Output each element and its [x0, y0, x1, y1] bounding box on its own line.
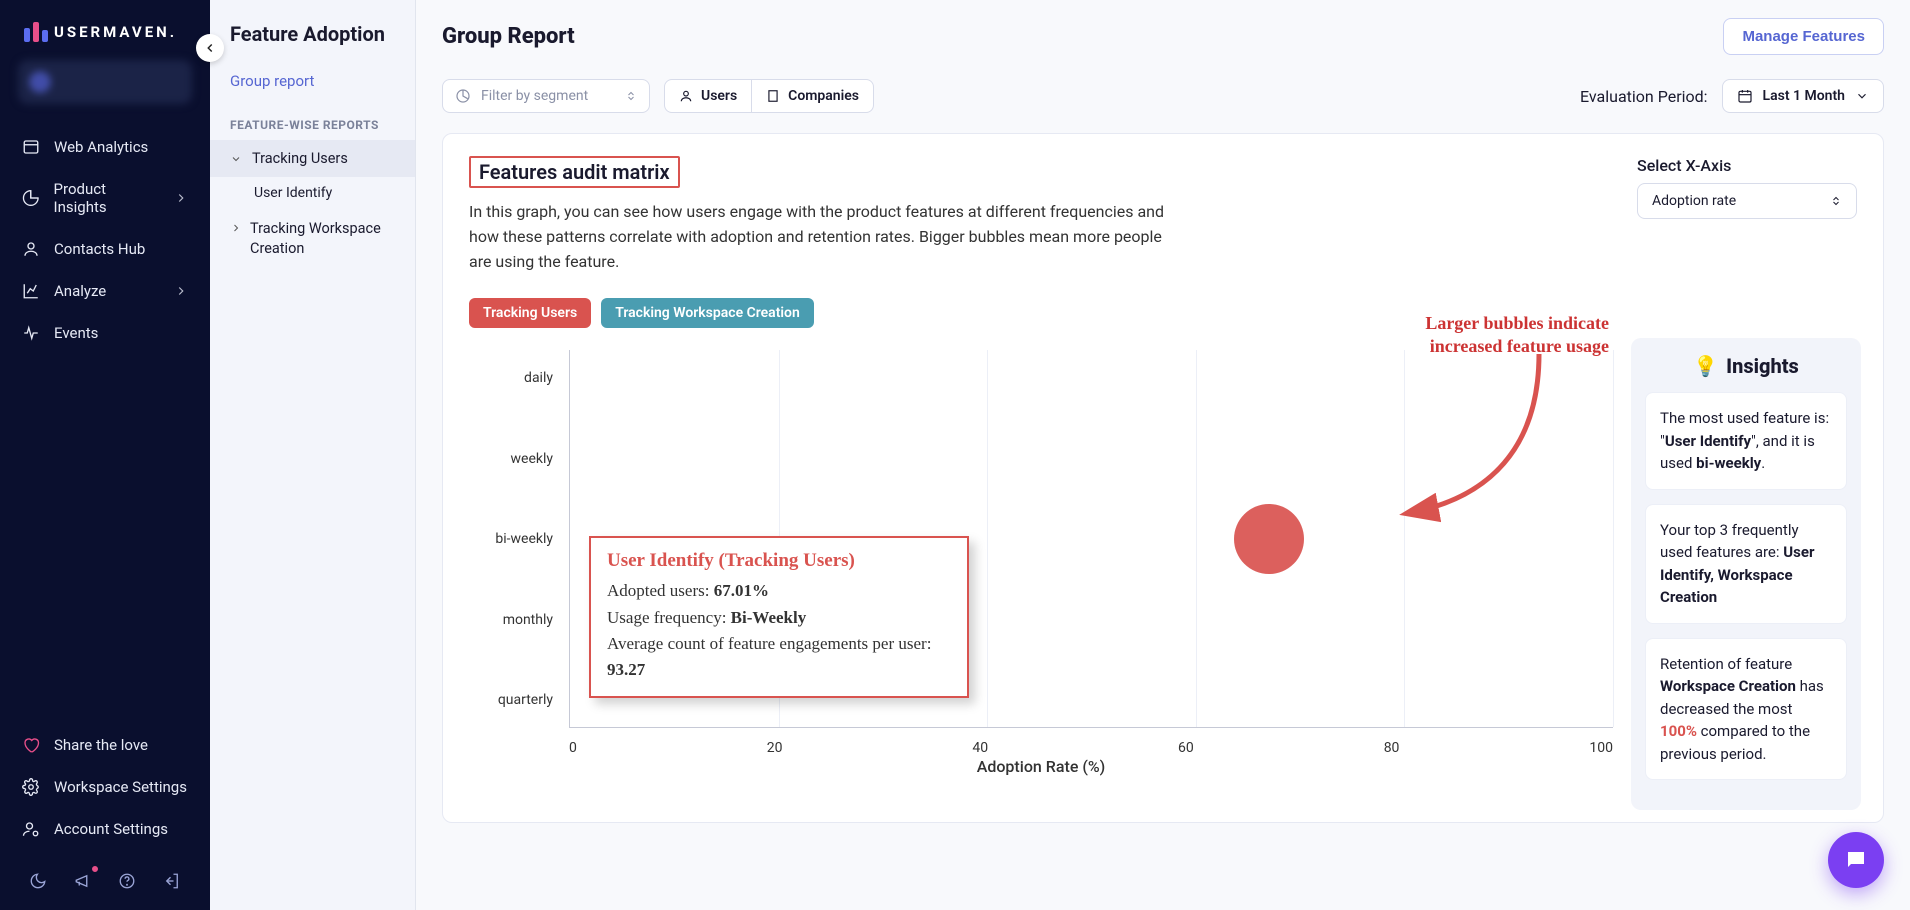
announcements[interactable] [74, 872, 92, 890]
chevron-right-icon [174, 284, 188, 298]
manage-features-button[interactable]: Manage Features [1723, 18, 1884, 55]
chat-icon [1844, 848, 1868, 872]
sub-sidebar-title: Feature Adoption [210, 0, 415, 62]
nav-share-love[interactable]: Share the love [0, 724, 210, 766]
user-icon [679, 89, 693, 103]
main-content: Group Report Manage Features Filter by s… [416, 0, 1910, 910]
tree-child-user-identify[interactable]: User Identify [210, 177, 415, 209]
x-axis-label: Adoption Rate (%) [977, 757, 1106, 776]
segment-placeholder: Filter by segment [481, 88, 588, 104]
calendar-icon [1737, 88, 1753, 104]
nav-label: Analyze [54, 282, 106, 300]
sidebar-footer [0, 858, 210, 910]
entity-toggle: Users Companies [664, 79, 874, 113]
help-icon [118, 872, 136, 890]
legend-tracking-users[interactable]: Tracking Users [469, 298, 591, 328]
legend-workspace-creation[interactable]: Tracking Workspace Creation [601, 298, 814, 328]
page-title: Group Report [442, 24, 575, 49]
xaxis-select-label: Select X-Axis [1637, 156, 1857, 175]
bubble-size-annotation: Larger bubbles indicateincreased feature… [1425, 312, 1609, 357]
tree-label: Tracking Workspace Creation [250, 219, 399, 260]
x-axis-ticks: 020406080100 [569, 740, 1613, 756]
xaxis-dropdown[interactable]: Adoption rate [1637, 183, 1857, 219]
nav-label: Product Insights [54, 180, 160, 216]
account-switcher[interactable] [18, 60, 192, 104]
nav-label: Account Settings [54, 820, 168, 838]
matrix-description: In this graph, you can see how users eng… [469, 200, 1169, 274]
nav-label: Share the love [54, 736, 148, 754]
nav-label: Workspace Settings [54, 778, 187, 796]
user-settings-icon [22, 820, 40, 838]
nav-label: Events [54, 324, 98, 342]
logo-mark-icon [24, 22, 48, 42]
chevron-right-icon [230, 222, 242, 234]
insights-panel: 💡 Insights The most used feature is: "Us… [1631, 338, 1861, 810]
logout[interactable] [163, 872, 181, 890]
group-report-link[interactable]: Group report [210, 62, 415, 100]
gear-icon [22, 778, 40, 796]
toggle-label: Companies [788, 88, 859, 104]
xaxis-value: Adoption rate [1652, 193, 1736, 209]
pie-icon [22, 189, 40, 207]
insight-card: Retention of feature Workspace Creation … [1645, 638, 1847, 781]
insight-card: Your top 3 frequently used features are:… [1645, 504, 1847, 624]
period-value: Last 1 Month [1763, 88, 1845, 104]
tree-tracking-users[interactable]: Tracking Users [210, 140, 415, 177]
tooltip-title: User Identify (Tracking Users) [607, 550, 951, 572]
chevron-down-icon [1855, 89, 1869, 103]
brand-text: USERMAVEN. [54, 23, 177, 41]
chevron-right-icon [174, 191, 188, 205]
matrix-title: Features audit matrix [469, 156, 680, 188]
help[interactable] [118, 872, 136, 890]
nav-web-analytics[interactable]: Web Analytics [0, 126, 210, 168]
bubble-chart: dailyweeklybi-weeklymonthlyquarterly 020… [469, 338, 1613, 768]
insight-card: The most used feature is: "User Identify… [1645, 392, 1847, 490]
bubble-point[interactable] [1234, 504, 1304, 574]
sub-sidebar-section: FEATURE-WISE REPORTS [210, 100, 415, 140]
sort-icon [625, 89, 637, 103]
chat-widget-button[interactable] [1828, 832, 1884, 888]
nav-product-insights[interactable]: Product Insights [0, 168, 210, 228]
logo: USERMAVEN. [0, 0, 210, 60]
nav-contacts-hub[interactable]: Contacts Hub [0, 228, 210, 270]
evaluation-period-label: Evaluation Period: [1580, 87, 1708, 106]
logout-icon [163, 872, 181, 890]
segment-filter[interactable]: Filter by segment [442, 79, 650, 113]
browser-icon [22, 138, 40, 156]
pulse-icon [22, 324, 40, 342]
megaphone-icon [74, 872, 92, 890]
toggle-label: Users [701, 88, 737, 104]
nav-analyze[interactable]: Analyze [0, 270, 210, 312]
nav-label: Contacts Hub [54, 240, 145, 258]
insights-title: 💡 Insights [1645, 354, 1847, 378]
chart-icon [22, 282, 40, 300]
lightbulb-icon: 💡 [1693, 354, 1718, 378]
segment-icon [455, 88, 471, 104]
building-icon [766, 89, 780, 103]
notification-dot [90, 864, 100, 874]
chevron-down-icon [230, 153, 244, 165]
heart-icon [22, 736, 40, 754]
moon-icon [29, 872, 47, 890]
nav-label: Web Analytics [54, 138, 148, 156]
period-selector[interactable]: Last 1 Month [1722, 79, 1884, 113]
features-matrix-card: Features audit matrix In this graph, you… [442, 133, 1884, 823]
theme-toggle[interactable] [29, 872, 47, 890]
main-sidebar: USERMAVEN. Web Analytics Product Insight… [0, 0, 210, 910]
user-icon [22, 240, 40, 258]
y-axis-labels: dailyweeklybi-weeklymonthlyquarterly [469, 350, 559, 728]
sort-icon [1830, 194, 1842, 208]
nav-account-settings[interactable]: Account Settings [0, 808, 210, 850]
nav-events[interactable]: Events [0, 312, 210, 354]
toggle-users[interactable]: Users [665, 80, 751, 112]
bubble-tooltip: User Identify (Tracking Users) Adopted u… [589, 536, 969, 697]
nav-workspace-settings[interactable]: Workspace Settings [0, 766, 210, 808]
sub-sidebar: Feature Adoption Group report FEATURE-WI… [210, 0, 416, 910]
tree-tracking-workspace[interactable]: Tracking Workspace Creation [210, 209, 415, 270]
toggle-companies[interactable]: Companies [751, 80, 873, 112]
sidebar-collapse-button[interactable] [196, 34, 224, 62]
tree-label: Tracking Users [252, 150, 348, 167]
